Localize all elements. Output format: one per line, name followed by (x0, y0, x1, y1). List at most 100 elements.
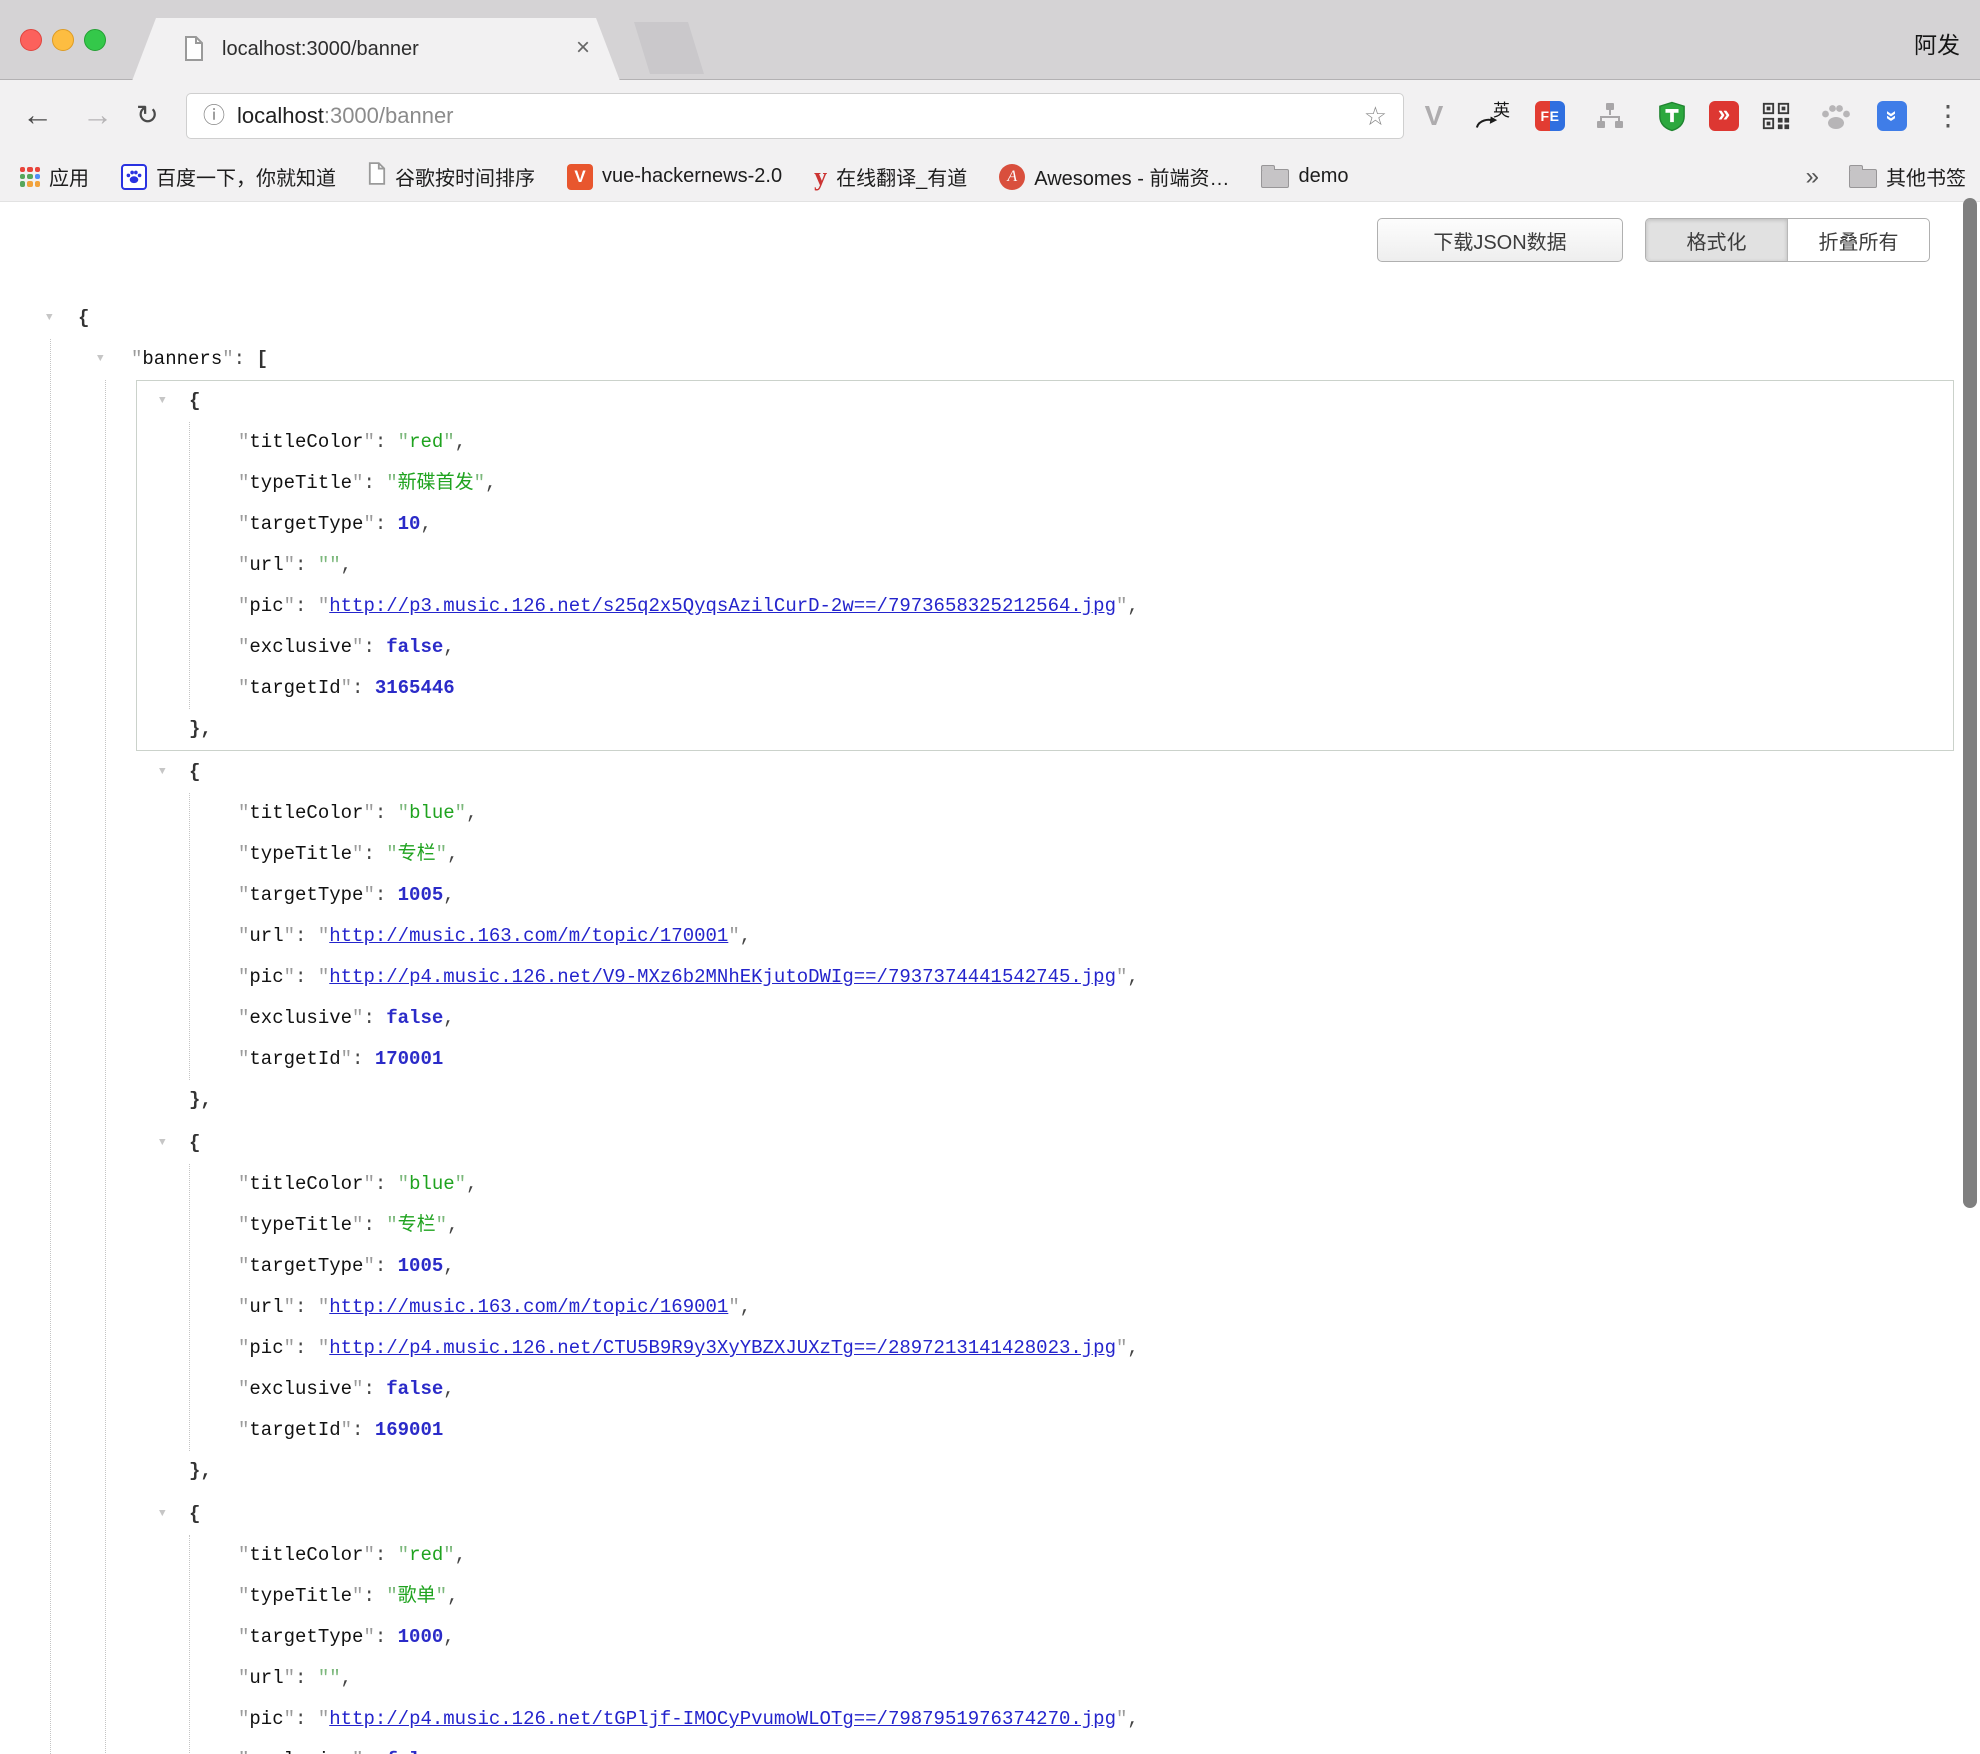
bookmark-item[interactable]: AAwesomes - 前端资… (999, 162, 1229, 191)
format-button[interactable]: 格式化 (1646, 219, 1787, 261)
bookmark-item[interactable]: Vvue-hackernews-2.0 (567, 164, 782, 190)
json-link[interactable]: http://music.163.com/m/topic/169001 (329, 1296, 728, 1318)
json-key: titleColor (249, 1173, 363, 1195)
collapse-all-button[interactable]: 折叠所有 (1787, 219, 1929, 261)
bookmark-item[interactable]: demo (1261, 165, 1348, 188)
fe-logo: FE (1535, 101, 1565, 131)
json-token: " (455, 1173, 466, 1195)
translate-extension-icon[interactable]: 英 (1476, 100, 1508, 132)
collapse-triangle-icon[interactable]: ▼ (159, 381, 166, 422)
qr-code-extension-icon[interactable] (1760, 100, 1792, 132)
tab-close-icon[interactable]: × (576, 18, 590, 78)
bookmark-item[interactable]: 谷歌按时间排序 (368, 162, 535, 191)
translate-arrow-icon (1475, 114, 1499, 130)
json-token: " (238, 925, 249, 947)
window-zoom-button[interactable] (84, 29, 106, 51)
bookmark-items: 百度一下，你就知道 谷歌按时间排序 Vvue-hackernews-2.0 y在线翻译… (121, 162, 1380, 191)
collapse-triangle-icon[interactable]: ▼ (159, 752, 166, 793)
json-token: , (455, 431, 466, 453)
json-key: url (249, 1296, 283, 1318)
json-banner-object-3: ▼{"titleColor": "blue","typeTitle": "专栏"… (136, 1122, 1954, 1493)
new-tab-button[interactable] (634, 22, 704, 74)
json-line: "url": "http://music.163.com/m/topic/170… (190, 916, 1953, 957)
json-token: " (318, 595, 329, 617)
json-string: 专栏 (398, 1214, 436, 1236)
json-token: " (386, 843, 397, 865)
vue-devtools-extension-icon[interactable]: V (1418, 100, 1450, 132)
json-token: , (447, 843, 458, 865)
bookmark-star-icon[interactable]: ☆ (1364, 94, 1387, 138)
json-number: 169001 (375, 1419, 443, 1441)
json-key: targetType (249, 1626, 363, 1648)
json-token: " (238, 677, 249, 699)
window-titlebar: localhost:3000/banner × 阿发 (0, 0, 1980, 80)
reload-icon[interactable]: ↻ (136, 80, 159, 150)
back-icon[interactable]: ← (22, 80, 53, 150)
json-line: "url": "http://music.163.com/m/topic/169… (190, 1287, 1953, 1328)
json-token: " (352, 1007, 363, 1029)
json-banner-object-1: ▼{"titleColor": "red","typeTitle": "新碟首发… (136, 380, 1954, 751)
json-token: " (238, 802, 249, 824)
shield-extension-icon[interactable] (1656, 100, 1688, 132)
window-minimize-button[interactable] (52, 29, 74, 51)
fast-forward-extension-icon[interactable]: » (1708, 100, 1740, 132)
address-bar[interactable]: ⓘ localhost:3000/banner ☆ (186, 93, 1404, 139)
json-key: exclusive (249, 1378, 352, 1400)
collapse-triangle-icon[interactable]: ▼ (46, 298, 53, 339)
json-token: " (398, 1173, 409, 1195)
json-key: targetType (249, 884, 363, 906)
bookmark-item[interactable]: y在线翻译_有道 (814, 162, 967, 191)
json-token: " (238, 1378, 249, 1400)
json-token: : (375, 1255, 398, 1277)
json-link[interactable]: http://p4.music.126.net/CTU5B9R9y3XyYBZX… (329, 1337, 1116, 1359)
json-token: " (238, 1626, 249, 1648)
json-token: " (341, 677, 352, 699)
window-close-button[interactable] (20, 29, 42, 51)
json-token: " (238, 843, 249, 865)
json-token: , (443, 1007, 454, 1029)
fe-extension-icon[interactable]: FE (1534, 100, 1566, 132)
scrollbar-thumb[interactable] (1963, 198, 1977, 1208)
json-link[interactable]: http://music.163.com/m/topic/170001 (329, 925, 728, 947)
apps-shortcut[interactable]: 应用 (20, 162, 89, 191)
browser-menu-icon[interactable]: ⋮ (1934, 80, 1962, 152)
json-line: "pic": "http://p4.music.126.net/V9-MXz6b… (190, 957, 1953, 998)
json-token: " (318, 1296, 329, 1318)
json-link[interactable]: http://p4.music.126.net/V9-MXz6b2MNhEKju… (329, 966, 1116, 988)
double-chevron-glyph: » (1877, 101, 1907, 131)
json-token: " (238, 1708, 249, 1730)
json-link[interactable]: http://p4.music.126.net/tGPljf-IMOCyPvum… (329, 1708, 1116, 1730)
collapse-triangle-icon[interactable]: ▼ (159, 1494, 166, 1535)
browser-tab[interactable]: localhost:3000/banner × (132, 18, 620, 81)
json-token: " (352, 1378, 363, 1400)
other-bookmarks-folder[interactable]: 其他书签 (1849, 162, 1966, 191)
json-string: blue (409, 802, 455, 824)
json-line: "titleColor": "red", (190, 1535, 1953, 1576)
sitemap-extension-icon[interactable] (1594, 100, 1626, 132)
json-key: exclusive (249, 636, 352, 658)
json-open-brace: { (189, 390, 200, 412)
bookmarks-overflow-icon[interactable]: » (1806, 163, 1819, 191)
json-token: " (238, 595, 249, 617)
json-line: "typeTitle": "歌单", (190, 1576, 1953, 1617)
json-token: " (386, 1585, 397, 1607)
json-link[interactable]: http://p3.music.126.net/s25q2x5QyqsAzilC… (329, 595, 1116, 617)
json-token: , (443, 1378, 454, 1400)
paw-extension-icon[interactable] (1820, 100, 1852, 132)
sync-extension-icon[interactable]: » (1876, 100, 1908, 132)
bookmark-item[interactable]: 百度一下，你就知道 (121, 162, 336, 191)
json-key: targetId (249, 1419, 340, 1441)
collapse-triangle-icon[interactable]: ▼ (159, 1123, 166, 1164)
json-key: pic (249, 1337, 283, 1359)
url-host: localhost (237, 103, 324, 128)
json-token: " (318, 966, 329, 988)
page-info-icon[interactable]: ⓘ (203, 94, 225, 138)
collapse-triangle-icon[interactable]: ▼ (97, 339, 104, 380)
download-json-button[interactable]: 下载JSON数据 (1377, 218, 1623, 262)
json-line: "titleColor": "red", (190, 422, 1953, 463)
json-token: , (1127, 595, 1138, 617)
json-string: 专栏 (398, 843, 436, 865)
bookmark-label: 在线翻译_有道 (836, 162, 967, 191)
json-token: " (238, 1255, 249, 1277)
forward-icon[interactable]: → (82, 80, 113, 150)
